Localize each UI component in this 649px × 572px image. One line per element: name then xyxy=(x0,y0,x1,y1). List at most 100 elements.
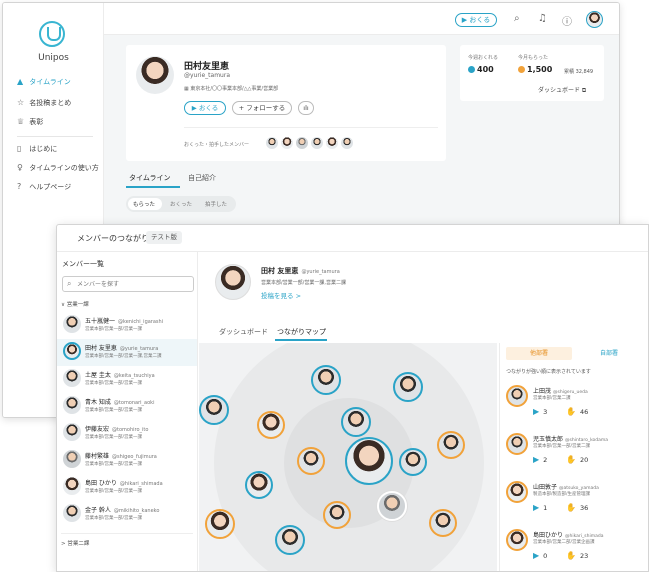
tab-own-dept[interactable]: 自部署 xyxy=(576,347,642,360)
group-sales-1[interactable]: ∨ 営業一課 xyxy=(61,300,89,308)
center-user-node[interactable] xyxy=(345,437,393,485)
top-bar: ▶ おくる ⌕ ♫ ⓘ xyxy=(104,3,619,35)
sent-count: ▶ 1 xyxy=(533,503,547,512)
member-avatar[interactable] xyxy=(296,137,308,149)
member-avatar[interactable] xyxy=(326,137,338,149)
avatar xyxy=(63,315,81,333)
segment-sent[interactable]: おくった xyxy=(170,200,192,208)
person-node[interactable] xyxy=(437,431,465,459)
profile-name: 田村友里恵 xyxy=(184,62,230,72)
avatar xyxy=(63,504,81,522)
member-avatar[interactable] xyxy=(281,137,293,149)
ranked-dept: 営業本部/営業二部/営業企画課 xyxy=(533,540,595,545)
person-node[interactable] xyxy=(393,372,423,402)
sidebar-item-how-to[interactable]: ♀ タイムラインの使い方 xyxy=(17,163,99,173)
avatar xyxy=(63,450,81,468)
unipos-logo-icon[interactable] xyxy=(39,21,65,47)
bell-icon[interactable]: ♫ xyxy=(538,13,547,24)
sent-count-value: 2 xyxy=(543,456,548,464)
member-dept: 営業本部/営業一部/営業一課 xyxy=(85,435,143,440)
sidebar-item-help[interactable]: ? ヘルプページ xyxy=(17,182,71,192)
list-item[interactable]: 藤村繁雄 @shigeo_fujimura 営業本部/営業一部/営業一課 xyxy=(57,447,197,474)
sidebar-item-getting-started[interactable]: ▯ はじめに xyxy=(17,144,57,154)
group-sales-2[interactable]: > 営業二課 xyxy=(61,539,89,547)
tab-timeline[interactable]: タイムライン xyxy=(129,173,171,183)
received-points-label: 今月もらった xyxy=(518,55,549,61)
member-handle: @shigeo_fujimura xyxy=(112,454,157,460)
clap-count-value: 36 xyxy=(579,504,589,512)
member-name-line: 伊藤友宏 @tomohiro_ito xyxy=(85,424,148,433)
clap-count: ✋ 46 xyxy=(566,407,588,416)
list-item[interactable]: 五十嵐健一 @kenichi_igarashi 営業本部/営業一部/営業一課 xyxy=(57,312,197,339)
list-item[interactable]: 土屋 圭太 @keita_tsuchiya 営業本部/営業一部/営業一課 xyxy=(57,366,197,393)
person-node[interactable] xyxy=(399,448,427,476)
person-node[interactable] xyxy=(323,501,351,529)
person-node[interactable] xyxy=(311,365,341,395)
sidebar-item-label: はじめに xyxy=(29,145,58,153)
connections-ranking-panel: 他部署 自部署 つながりが強い順に表示されています 上田茂 @shigeru_ue… xyxy=(499,343,648,571)
person-node[interactable] xyxy=(205,509,235,539)
star-icon: ☆ xyxy=(17,98,25,107)
dashboard-link[interactable]: ダッシュボード ⧉ xyxy=(538,85,586,95)
tab-other-dept[interactable]: 他部署 xyxy=(506,347,572,360)
person-node[interactable] xyxy=(377,491,407,521)
sidebar-item-best-posts[interactable]: ☆ 名投稿まとめ xyxy=(17,98,71,108)
clap-hand-icon: ✋ xyxy=(566,407,576,416)
member-handle: @keita_tsuchiya xyxy=(113,373,155,379)
tab-self-intro[interactable]: 自己紹介 xyxy=(188,173,216,183)
bar-chart-icon: ılı xyxy=(303,104,309,112)
sidebar-item-awards[interactable]: ♕ 表彰 xyxy=(17,117,43,127)
list-item[interactable]: 伊藤友宏 @tomohiro_ito 営業本部/営業一部/営業一課 xyxy=(57,420,197,447)
person-node[interactable] xyxy=(199,395,229,425)
search-box xyxy=(62,276,194,292)
send-arrow-icon: ▶ xyxy=(533,503,540,512)
member-avatar[interactable] xyxy=(341,137,353,149)
help-icon: ? xyxy=(17,182,22,191)
connection-map[interactable] xyxy=(199,343,497,571)
member-dept: 営業本部/営業一部/営業一課,営業二課 xyxy=(85,354,162,359)
segment-clapped[interactable]: 拍手した xyxy=(205,200,227,208)
follow-button[interactable]: + フォローする xyxy=(232,101,292,115)
member-avatar[interactable] xyxy=(266,137,278,149)
send-arrow-icon: ▶ xyxy=(533,455,540,464)
person-node[interactable] xyxy=(257,411,285,439)
tab-dashboard[interactable]: ダッシュボード xyxy=(219,327,268,337)
segment-received[interactable]: もらった xyxy=(133,200,155,208)
member-avatar[interactable] xyxy=(311,137,323,149)
tab-connection-map[interactable]: つながりマップ xyxy=(277,327,326,337)
member-name: 金子 幹人 xyxy=(85,507,111,514)
list-item[interactable]: 青木 知成 @tomonari_aoki 営業本部/営業一部/営業一課 xyxy=(57,393,197,420)
connections-header: メンバーのつながり テスト版 xyxy=(57,225,648,252)
send-button[interactable]: ▶ おくる xyxy=(455,13,497,27)
connections-main: 田村 友里恵 @yurie_tamura 営業本部/営業一部/営業一課,営業二課 … xyxy=(199,252,648,571)
member-name-line: 藤村繁雄 @shigeo_fujimura xyxy=(85,451,157,460)
avatar[interactable] xyxy=(586,11,603,28)
search-input[interactable] xyxy=(77,278,187,290)
profile-dept: ▦ 東京本社/〇〇事業本部/△△事業/営業部 xyxy=(184,85,278,92)
sidebar-item-timeline[interactable]: ▲ タイムライン xyxy=(17,77,71,87)
list-item[interactable]: 島田ひかり @hikari_shimada 営業本部/営業二部/営業企画課 ▶ 0 … xyxy=(500,527,648,571)
info-icon[interactable]: ⓘ xyxy=(562,13,572,28)
search-icon[interactable]: ⌕ xyxy=(514,13,520,24)
person-node[interactable] xyxy=(341,407,371,437)
list-item[interactable]: 金子 幹人 @mikihito_kaneko 営業本部/営業一部/営業一課 xyxy=(57,501,197,528)
ranked-dept: 営業本部/営業二課 xyxy=(533,396,571,401)
avatar xyxy=(506,481,528,503)
sidebar-item-label: タイムラインの使い方 xyxy=(29,164,99,172)
member-dept: 営業本部/営業一部/営業一課 xyxy=(85,327,143,332)
stats-button[interactable]: ılı xyxy=(298,101,314,115)
view-posts-link[interactable]: 投稿を見る > xyxy=(261,290,301,300)
list-item[interactable]: 山田敦子 @atsuko_yamada 製造本部/製造部/生産管理課 ▶ 1 ✋ 36 xyxy=(500,479,648,527)
person-node[interactable] xyxy=(297,447,325,475)
send-button[interactable]: ▶ おくる xyxy=(184,101,226,115)
list-item[interactable]: 田村 友里恵 @yurie_tamura 営業本部/営業一部/営業一課,営業二課 xyxy=(57,339,197,366)
list-item[interactable]: 島田 ひかり @hikari_shimada 営業本部/営業一部/営業一課 xyxy=(57,474,197,501)
person-node[interactable] xyxy=(429,509,457,537)
list-item[interactable]: 上田茂 @shigeru_ueda 営業本部/営業二課 ▶ 3 ✋ 46 xyxy=(500,383,648,431)
list-item[interactable]: 児玉慎太郎 @shintaro_kodama 営業本部/営業一部/営業二課 ▶ 2 … xyxy=(500,431,648,479)
member-name-line: 五十嵐健一 @kenichi_igarashi xyxy=(85,316,163,325)
sidebar-item-label: ヘルプページ xyxy=(29,183,72,191)
sidebar-item-label: 表彰 xyxy=(29,118,44,126)
person-node[interactable] xyxy=(275,525,305,555)
person-node[interactable] xyxy=(245,471,273,499)
